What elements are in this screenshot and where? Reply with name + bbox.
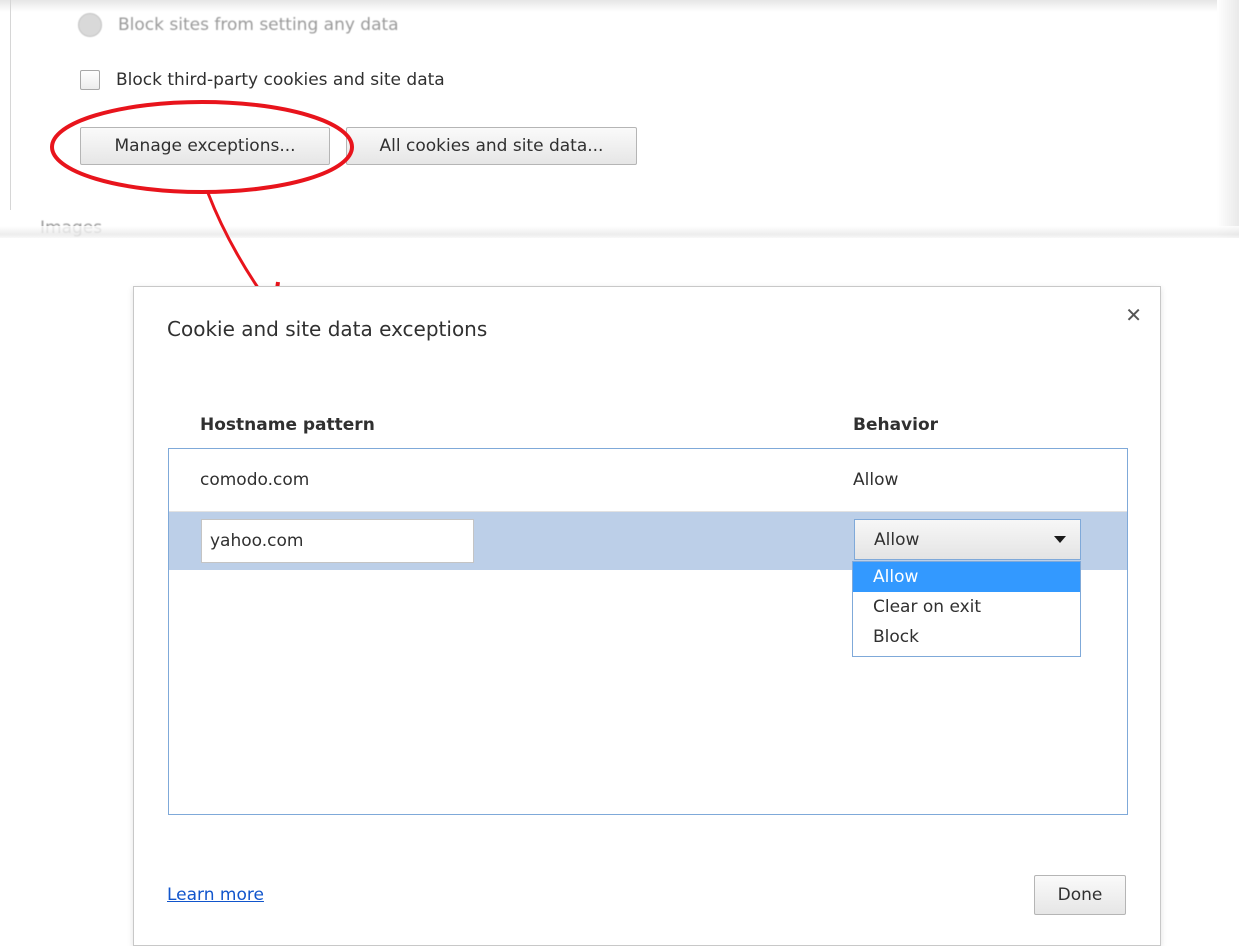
behavior-select-value: Allow [874, 529, 920, 550]
manage-exceptions-button[interactable]: Manage exceptions... [80, 127, 330, 165]
snippet-divider [10, 0, 11, 210]
dialog-title: Cookie and site data exceptions [167, 317, 488, 341]
learn-more-link[interactable]: Learn more [167, 885, 264, 905]
behavior-select[interactable]: Allow [854, 519, 1081, 560]
list-item[interactable]: comodo.com Allow [169, 449, 1127, 512]
torn-edge-top [0, 0, 1239, 12]
behavior-cell: Allow [853, 470, 899, 490]
third-party-cookies-row[interactable]: Block third-party cookies and site data [80, 70, 445, 90]
torn-edge-right [1217, 0, 1239, 238]
radio-label: Block sites from setting any data [118, 15, 399, 35]
third-party-label: Block third-party cookies and site data [116, 70, 445, 90]
dropdown-option-clear-on-exit[interactable]: Clear on exit [853, 592, 1080, 622]
torn-edge-bottom [0, 226, 1239, 238]
behavior-dropdown-menu: Allow Clear on exit Block [852, 561, 1081, 657]
behavior-column-header: Behavior [853, 415, 939, 435]
hostname-input[interactable]: yahoo.com [201, 519, 474, 563]
all-cookies-button[interactable]: All cookies and site data... [346, 127, 637, 165]
hostname-column-header: Hostname pattern [200, 415, 375, 435]
done-button[interactable]: Done [1034, 875, 1126, 915]
hostname-cell: comodo.com [200, 470, 310, 490]
third-party-checkbox[interactable] [80, 70, 100, 90]
dropdown-option-block[interactable]: Block [853, 622, 1080, 652]
chevron-down-icon [1054, 536, 1066, 543]
radio-button[interactable] [78, 13, 102, 37]
settings-snippet: Block sites from setting any data Block … [0, 0, 1239, 238]
dropdown-option-allow[interactable]: Allow [853, 562, 1080, 592]
block-all-data-radio-row: Block sites from setting any data [78, 13, 399, 37]
close-icon[interactable]: ✕ [1125, 303, 1142, 327]
